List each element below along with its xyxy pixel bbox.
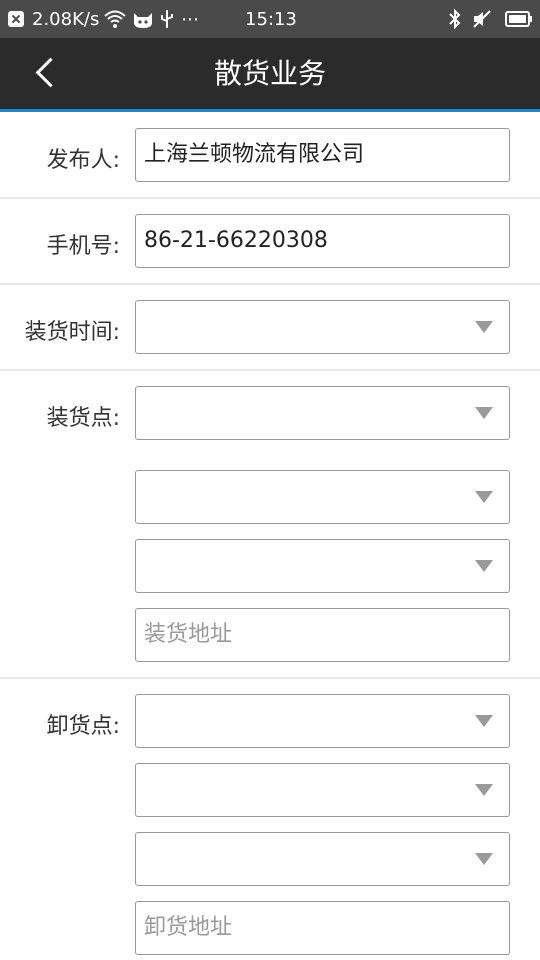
load-address-placeholder: 装货地址: [144, 622, 233, 647]
battery-icon: [505, 0, 533, 38]
load-province-select[interactable]: [135, 386, 510, 440]
page-title: 散货业务: [213, 57, 326, 90]
load-city-select[interactable]: [135, 470, 510, 524]
mute-icon: [472, 0, 492, 38]
unload-address-placeholder: 卸货地址: [144, 915, 233, 940]
unload-province-select[interactable]: [135, 694, 510, 748]
net-speed: 2.08K/s: [32, 8, 100, 30]
app-header: 散货业务: [0, 38, 540, 112]
dropdown-arrow-icon: [475, 715, 493, 727]
dropdown-arrow-icon: [475, 853, 493, 865]
publisher-field[interactable]: 上海兰顿物流有限公司: [135, 128, 510, 182]
divider: [0, 283, 540, 285]
load-district-select[interactable]: [135, 539, 510, 593]
phone-label: 手机号:: [46, 234, 120, 259]
dropdown-arrow-icon: [475, 560, 493, 572]
divider: [0, 369, 540, 371]
load-point-label: 装货点:: [46, 406, 120, 431]
clock: 15:13: [245, 8, 297, 30]
usb-icon: [159, 0, 175, 38]
dropdown-arrow-icon: [475, 321, 493, 333]
dropdown-arrow-icon: [475, 491, 493, 503]
load-time-label: 装货时间:: [24, 320, 120, 345]
more-icons: ⋯: [181, 8, 199, 30]
divider: [0, 197, 540, 199]
publisher-label: 发布人:: [46, 148, 120, 173]
cat-icon: [132, 0, 154, 38]
unload-address-input[interactable]: 卸货地址: [135, 901, 510, 955]
publisher-value: 上海兰顿物流有限公司: [144, 142, 365, 167]
unload-point-label: 卸货点:: [46, 714, 120, 739]
phone-value: 86-21-66220308: [144, 228, 328, 253]
dropdown-arrow-icon: [475, 407, 493, 419]
dropdown-arrow-icon: [475, 784, 493, 796]
wifi-icon: [103, 0, 127, 38]
status-bar: 2.08K/s ⋯ 15:13: [0, 0, 540, 38]
divider: [0, 677, 540, 679]
bluetooth-icon: [447, 0, 463, 38]
unload-district-select[interactable]: [135, 832, 510, 886]
load-time-select[interactable]: [135, 300, 510, 354]
unload-city-select[interactable]: [135, 763, 510, 817]
phone-field[interactable]: 86-21-66220308: [135, 214, 510, 268]
load-address-input[interactable]: 装货地址: [135, 608, 510, 662]
close-notification-icon: [8, 11, 24, 27]
